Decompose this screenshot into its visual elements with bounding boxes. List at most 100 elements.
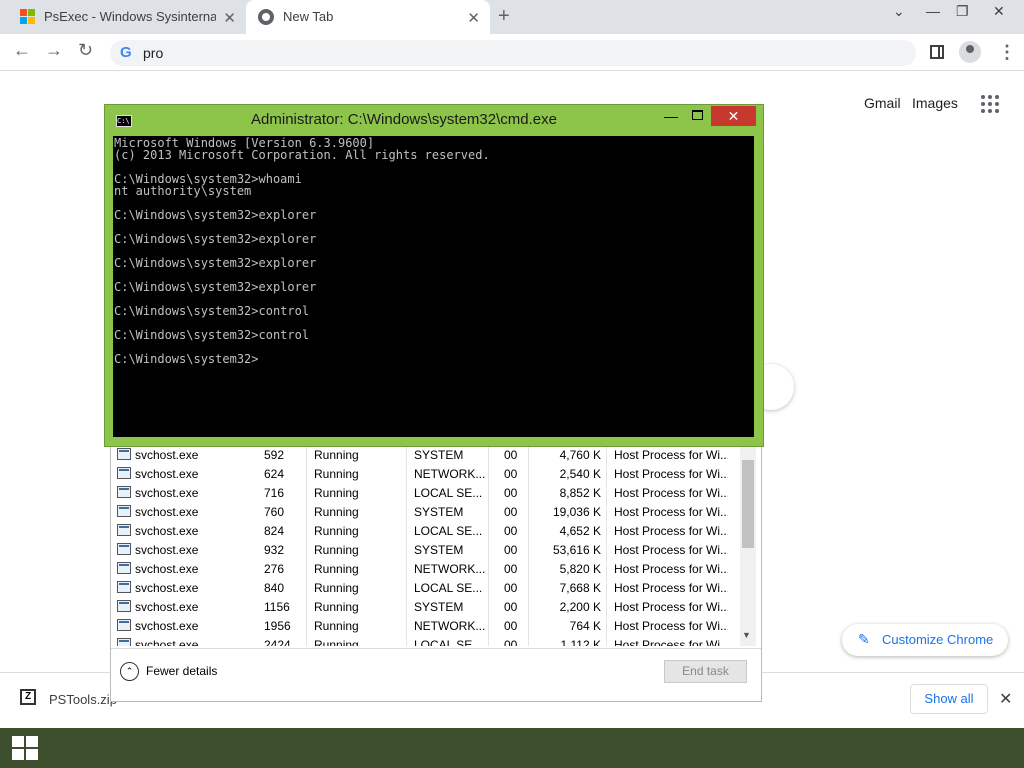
- console-line: C:\Windows\system32>control: [114, 328, 310, 342]
- windows-taskbar: [0, 728, 1024, 768]
- column-divider: [406, 446, 407, 646]
- new-tab-button[interactable]: +: [498, 5, 510, 28]
- customize-chrome-button[interactable]: ✎ Customize Chrome: [842, 624, 1008, 656]
- download-item-name[interactable]: PSTools.zip: [49, 692, 117, 707]
- process-row[interactable]: svchost.exe 932 Running SYSTEM 00 53,616 K Hos…: [114, 541, 740, 560]
- process-row[interactable]: svchost.exe 760 Running SYSTEM 00 19,036 K Hos…: [114, 503, 740, 522]
- process-status: Running: [314, 619, 359, 633]
- process-user: SYSTEM: [414, 600, 464, 614]
- process-cpu: 00: [504, 524, 518, 538]
- process-status: Running: [314, 486, 359, 500]
- windows-start-icon[interactable]: [12, 736, 38, 760]
- back-button[interactable]: ←: [13, 40, 31, 61]
- process-row[interactable]: svchost.exe 716 Running LOCAL SE... 00 8,852 …: [114, 484, 740, 503]
- minimize-icon[interactable]: —: [664, 108, 678, 124]
- process-row[interactable]: svchost.exe 2424 Running LOCAL SE... 00 1,112…: [114, 636, 740, 646]
- profile-avatar-icon[interactable]: [959, 41, 981, 63]
- process-mem: 2,200 K: [559, 600, 601, 614]
- process-user: NETWORK...: [414, 619, 486, 633]
- process-cpu: 00: [504, 448, 518, 462]
- process-name: svchost.exe: [135, 448, 199, 462]
- console-line: C:\Windows\system32>control: [114, 304, 310, 318]
- address-bar-text[interactable]: pro: [143, 45, 163, 61]
- process-cpu: 00: [504, 467, 518, 481]
- reload-button[interactable]: ↻: [78, 40, 93, 61]
- process-desc: Host Process for Wi...: [614, 486, 728, 500]
- tab-close-icon[interactable]: ✕: [223, 9, 236, 27]
- tab-search-icon[interactable]: ⌄: [893, 3, 905, 20]
- process-desc: Host Process for Wi...: [614, 638, 728, 646]
- tab-title: PsExec - Windows Sysinternals | Microsof…: [44, 9, 216, 24]
- process-cpu: 00: [504, 562, 518, 576]
- process-user: NETWORK...: [414, 467, 486, 481]
- process-desc: Host Process for Wi...: [614, 581, 728, 595]
- maximize-icon[interactable]: [692, 110, 703, 120]
- process-pid: 840: [264, 581, 285, 595]
- process-list: svchost.exe 592 Running SYSTEM 00 4,760 K Host…: [114, 446, 740, 646]
- process-status: Running: [314, 467, 359, 481]
- process-status: Running: [314, 600, 359, 614]
- process-user: LOCAL SE...: [414, 638, 483, 646]
- process-mem: 4,652 K: [559, 524, 601, 538]
- chrome-menu-icon[interactable]: ⋮: [998, 42, 1016, 63]
- process-row[interactable]: svchost.exe 624 Running NETWORK... 00 2,540 K…: [114, 465, 740, 484]
- forward-button[interactable]: →: [45, 40, 63, 61]
- gmail-link[interactable]: Gmail: [864, 95, 901, 111]
- side-panel-icon[interactable]: [930, 45, 944, 59]
- scroll-down-icon[interactable]: ▼: [742, 630, 751, 640]
- process-icon: [117, 600, 131, 612]
- process-row[interactable]: svchost.exe 824 Running LOCAL SE... 00 4,652 …: [114, 522, 740, 541]
- zip-file-icon: Z: [20, 689, 36, 705]
- process-row[interactable]: svchost.exe 840 Running LOCAL SE... 00 7,668 …: [114, 579, 740, 598]
- customize-chrome-label: Customize Chrome: [882, 632, 994, 647]
- process-name: svchost.exe: [135, 619, 199, 633]
- restore-window-icon[interactable]: ❐: [956, 3, 969, 20]
- process-mem: 4,760 K: [559, 448, 601, 462]
- process-row[interactable]: svchost.exe 276 Running NETWORK... 00 5,820 K…: [114, 560, 740, 579]
- process-pid: 1156: [264, 600, 290, 614]
- process-pid: 2424: [264, 638, 291, 646]
- process-row[interactable]: svchost.exe 1156 Running SYSTEM 00 2,200 K Hos…: [114, 598, 740, 617]
- process-desc: Host Process for Wi...: [614, 467, 728, 481]
- close-icon[interactable]: ✕: [711, 106, 756, 126]
- column-divider: [528, 446, 529, 646]
- console-line: C:\Windows\system32>: [114, 352, 259, 366]
- process-mem: 764 K: [569, 619, 601, 633]
- process-desc: Host Process for Wi...: [614, 562, 728, 576]
- process-cpu: 00: [504, 600, 518, 614]
- tab-new-tab[interactable]: New Tab ✕: [246, 0, 490, 34]
- process-name: svchost.exe: [135, 638, 199, 646]
- close-window-icon[interactable]: ✕: [993, 3, 1005, 20]
- process-pid: 592: [264, 448, 285, 462]
- process-row[interactable]: svchost.exe 1956 Running NETWORK... 00 764 K H…: [114, 617, 740, 636]
- process-name: svchost.exe: [135, 505, 199, 519]
- chevron-up-icon[interactable]: ⌃: [120, 662, 139, 681]
- process-pid: 716: [264, 486, 285, 500]
- process-desc: Host Process for Wi...: [614, 543, 728, 557]
- process-name: svchost.exe: [135, 562, 199, 576]
- scrollbar-thumb[interactable]: [742, 460, 754, 548]
- column-divider: [606, 446, 607, 646]
- pencil-icon: ✎: [858, 631, 870, 647]
- process-status: Running: [314, 638, 359, 646]
- fewer-details-link[interactable]: Fewer details: [146, 664, 217, 678]
- cmd-window-title: Administrator: C:\Windows\system32\cmd.e…: [251, 111, 557, 128]
- tab-psexec[interactable]: PsExec - Windows Sysinternals | Microsof…: [8, 0, 246, 34]
- google-apps-icon[interactable]: [981, 95, 999, 113]
- process-row[interactable]: svchost.exe 592 Running SYSTEM 00 4,760 K Host…: [114, 446, 740, 465]
- process-desc: Host Process for Wi...: [614, 619, 728, 633]
- process-desc: Host Process for Wi...: [614, 524, 728, 538]
- process-status: Running: [314, 505, 359, 519]
- process-status: Running: [314, 524, 359, 538]
- google-icon: G: [120, 44, 132, 61]
- process-user: NETWORK...: [414, 562, 486, 576]
- end-task-button[interactable]: End task: [664, 660, 747, 683]
- tab-close-icon[interactable]: ✕: [467, 9, 480, 27]
- address-bar[interactable]: [110, 40, 916, 66]
- process-user: LOCAL SE...: [414, 486, 483, 500]
- minimize-window-icon[interactable]: —: [926, 3, 940, 19]
- process-user: LOCAL SE...: [414, 581, 483, 595]
- show-all-button[interactable]: Show all: [910, 684, 988, 714]
- close-download-bar-icon[interactable]: ✕: [999, 689, 1012, 709]
- images-link[interactable]: Images: [912, 95, 958, 111]
